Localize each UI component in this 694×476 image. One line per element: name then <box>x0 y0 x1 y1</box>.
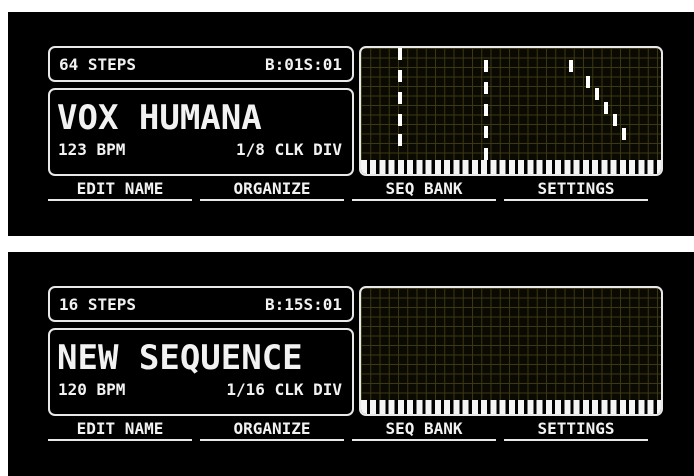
edit-name-button[interactable]: EDIT NAME <box>48 419 192 441</box>
clock-divider-readout: 1/16 CLK DIV <box>226 380 342 399</box>
step-count: 64 STEPS <box>59 55 137 74</box>
step-keyboard[interactable] <box>361 400 661 414</box>
note-mark <box>622 128 626 140</box>
note-mark <box>398 92 402 104</box>
sequence-name: NEW SEQUENCE <box>57 338 303 378</box>
note-mark <box>569 60 573 72</box>
note-mark <box>586 76 590 88</box>
seq-bank-button[interactable]: SEQ BANK <box>352 419 496 441</box>
sequence-info: VOX HUMANA 123 BPM 1/8 CLK DIV <box>48 88 354 176</box>
note-mark <box>398 48 402 60</box>
note-mark <box>484 82 488 94</box>
organize-label: ORGANIZE <box>233 419 311 438</box>
note-mark <box>613 114 617 126</box>
seq-bank-label: SEQ BANK <box>385 419 463 438</box>
step-keyboard[interactable] <box>361 160 661 174</box>
bpm-readout: 123 BPM <box>58 140 126 159</box>
note-mark <box>595 88 599 100</box>
edit-name-label: EDIT NAME <box>76 419 164 438</box>
bpm-readout: 120 BPM <box>58 380 126 399</box>
clock-divider-readout: 1/8 CLK DIV <box>236 140 342 159</box>
note-mark <box>398 70 402 82</box>
settings-label: SETTINGS <box>537 419 615 438</box>
settings-button[interactable]: SETTINGS <box>504 179 648 201</box>
edit-name-button[interactable]: EDIT NAME <box>48 179 192 201</box>
note-mark <box>604 102 608 114</box>
note-mark <box>484 60 488 72</box>
sequence-info: NEW SEQUENCE 120 BPM 1/16 CLK DIV <box>48 328 354 416</box>
sequence-screen-1: 64 STEPS B:01S:01 VOX HUMANA 123 BPM 1/8… <box>8 12 694 236</box>
note-mark <box>398 114 402 126</box>
note-mark <box>484 148 488 160</box>
sequence-header: 64 STEPS B:01S:01 <box>48 46 354 82</box>
seq-bank-label: SEQ BANK <box>385 179 463 198</box>
organize-label: ORGANIZE <box>233 179 311 198</box>
step-grid[interactable] <box>359 286 663 416</box>
note-mark <box>484 104 488 116</box>
bank-step-position: B:01S:01 <box>264 55 342 74</box>
step-grid[interactable] <box>359 46 663 176</box>
note-mark <box>484 126 488 138</box>
organize-button[interactable]: ORGANIZE <box>200 179 344 201</box>
sequence-header: 16 STEPS B:15S:01 <box>48 286 354 322</box>
edit-name-label: EDIT NAME <box>76 179 164 198</box>
sequence-screen-2: 16 STEPS B:15S:01 NEW SEQUENCE 120 BPM 1… <box>8 252 694 476</box>
seq-bank-button[interactable]: SEQ BANK <box>352 179 496 201</box>
organize-button[interactable]: ORGANIZE <box>200 419 344 441</box>
sequence-name: VOX HUMANA <box>57 98 262 138</box>
step-count: 16 STEPS <box>59 295 137 314</box>
settings-label: SETTINGS <box>537 179 615 198</box>
note-mark <box>398 134 402 146</box>
bank-step-position: B:15S:01 <box>264 295 342 314</box>
settings-button[interactable]: SETTINGS <box>504 419 648 441</box>
